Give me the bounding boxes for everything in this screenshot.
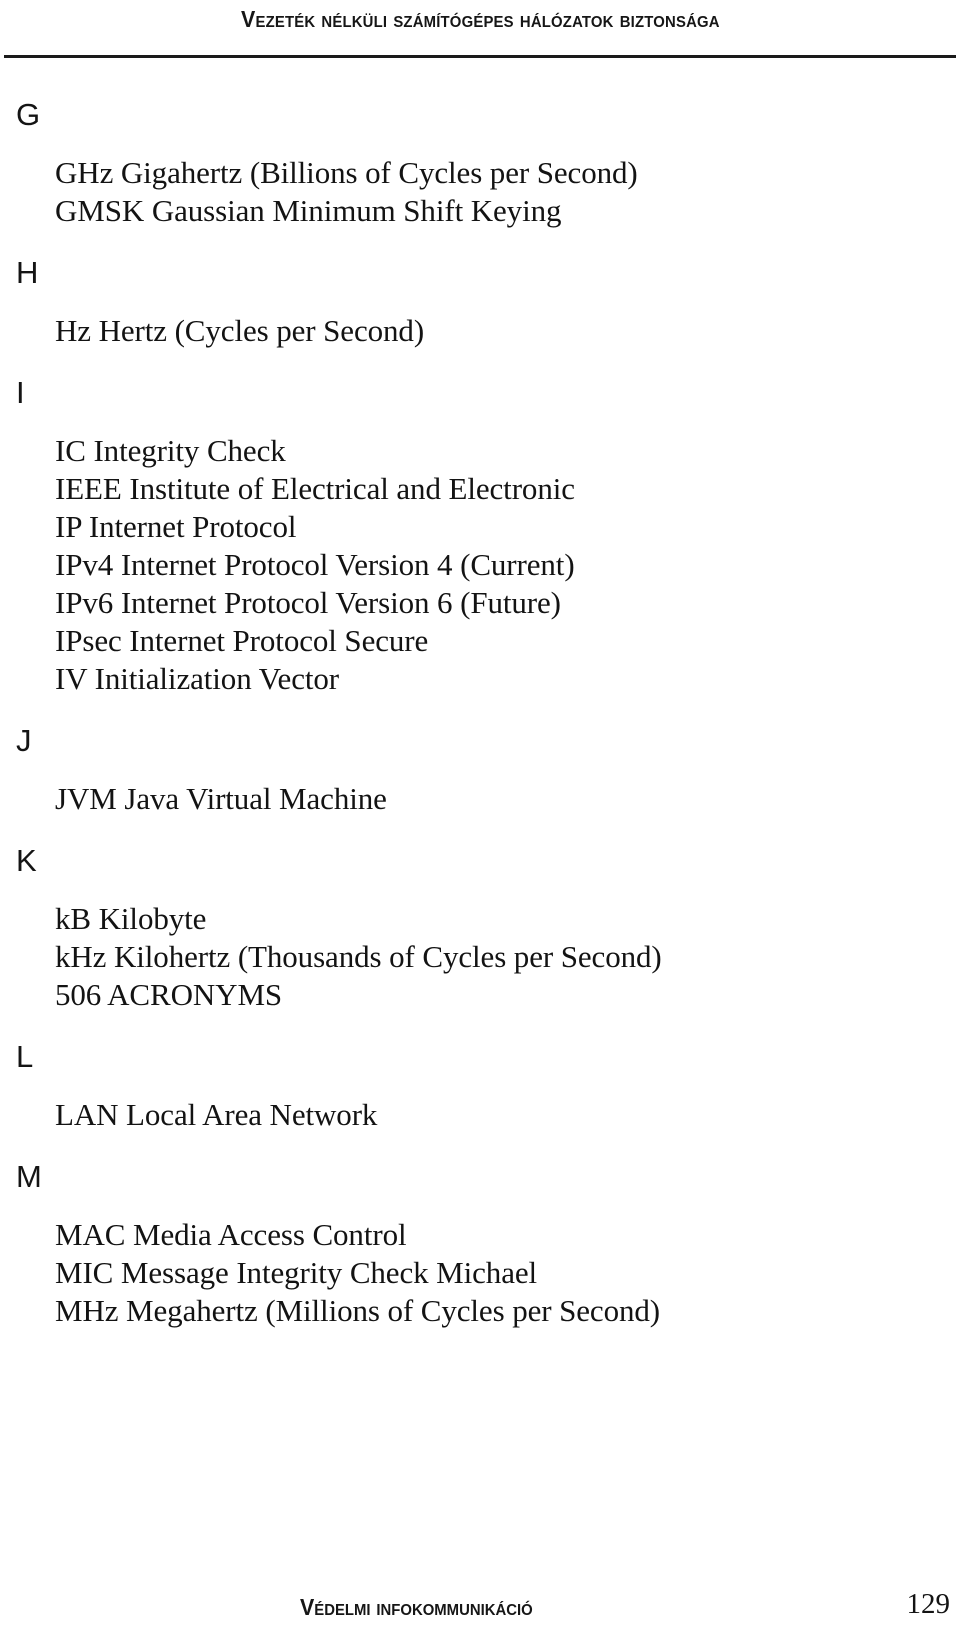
acronym-entry: GMSK Gaussian Minimum Shift Keying <box>55 193 562 228</box>
section-letter-heading: K <box>16 843 37 878</box>
running-header: Vezeték nélküli számítógépes hálózatok b… <box>0 6 960 33</box>
section-entry-list: Hz Hertz (Cycles per Second) <box>55 312 960 350</box>
glossary-section: KkB Kilobyte kHz Kilohertz (Thousands of … <box>0 842 960 1014</box>
acronym-entry: kB Kilobyte <box>55 901 207 936</box>
section-entry-list: JVM Java Virtual Machine <box>55 780 960 818</box>
section-entry-list: IC Integrity Check IEEE Institute of Elec… <box>55 432 960 698</box>
section-entry-list: LAN Local Area Network <box>55 1096 960 1134</box>
acronym-entry: GHz Gigahertz (Billions of Cycles per Se… <box>55 155 638 190</box>
glossary-section: J JVM Java Virtual Machine <box>0 722 960 818</box>
acronym-entry: IPv6 Internet Protocol Version 6 (Future… <box>55 585 561 620</box>
acronym-entry: IPsec Internet Protocol Secure <box>55 623 429 658</box>
acronym-glossary: G GHz Gigahertz (Billions of Cycles per S… <box>0 96 960 1330</box>
section-letter-heading: J <box>16 723 32 758</box>
footer-title: Védelmi infokommunikáció <box>300 1594 533 1620</box>
acronym-entry: IC Integrity Check <box>55 433 286 468</box>
section-letter-heading: M <box>16 1159 42 1194</box>
page-footer: Védelmi infokommunikáció 129 <box>0 1581 960 1621</box>
glossary-section: L LAN Local Area Network <box>0 1038 960 1134</box>
section-entry-list: kB Kilobyte kHz Kilohertz (Thousands of C… <box>55 900 960 1014</box>
section-letter-heading: L <box>16 1039 34 1074</box>
glossary-section: G GHz Gigahertz (Billions of Cycles per S… <box>0 96 960 230</box>
page-number: 129 <box>906 1588 951 1620</box>
acronym-entry: IP Internet Protocol <box>55 509 297 544</box>
acronym-entry: IEEE Institute of Electrical and Electro… <box>55 471 575 506</box>
section-letter-heading: G <box>16 97 41 132</box>
acronym-entry: MHz Megahertz (Millions of Cycles per Se… <box>55 1293 661 1328</box>
section-entry-list: GHz Gigahertz (Billions of Cycles per Se… <box>55 154 960 230</box>
acronym-entry: kHz Kilohertz (Thousands of Cycles per S… <box>55 939 662 974</box>
document-page: Vezeték nélküli számítógépes hálózatok b… <box>0 0 960 1629</box>
acronym-entry: Hz Hertz (Cycles per Second) <box>55 313 425 348</box>
section-letter-heading: H <box>16 255 39 290</box>
glossary-section: I IC Integrity Check IEEE Institute of Ele… <box>0 374 960 698</box>
acronym-entry: IV Initialization Vector <box>55 661 339 696</box>
glossary-section: M MAC Media Access Control MIC Message Int… <box>0 1158 960 1330</box>
acronym-entry: IPv4 Internet Protocol Version 4 (Curren… <box>55 547 575 582</box>
glossary-section: H Hz Hertz (Cycles per Second) <box>0 254 960 350</box>
acronym-entry: 506 ACRONYMS <box>55 977 283 1012</box>
acronym-entry: LAN Local Area Network <box>55 1097 378 1132</box>
section-entry-list: MAC Media Access Control MIC Message Inte… <box>55 1216 960 1330</box>
header-divider-rule <box>4 55 956 58</box>
acronym-entry: MIC Message Integrity Check Michael <box>55 1255 538 1290</box>
acronym-entry: JVM Java Virtual Machine <box>55 781 387 816</box>
running-header-title: Vezeték nélküli számítógépes hálózatok b… <box>240 6 720 32</box>
section-letter-heading: I <box>16 375 25 410</box>
acronym-entry: MAC Media Access Control <box>55 1217 407 1252</box>
